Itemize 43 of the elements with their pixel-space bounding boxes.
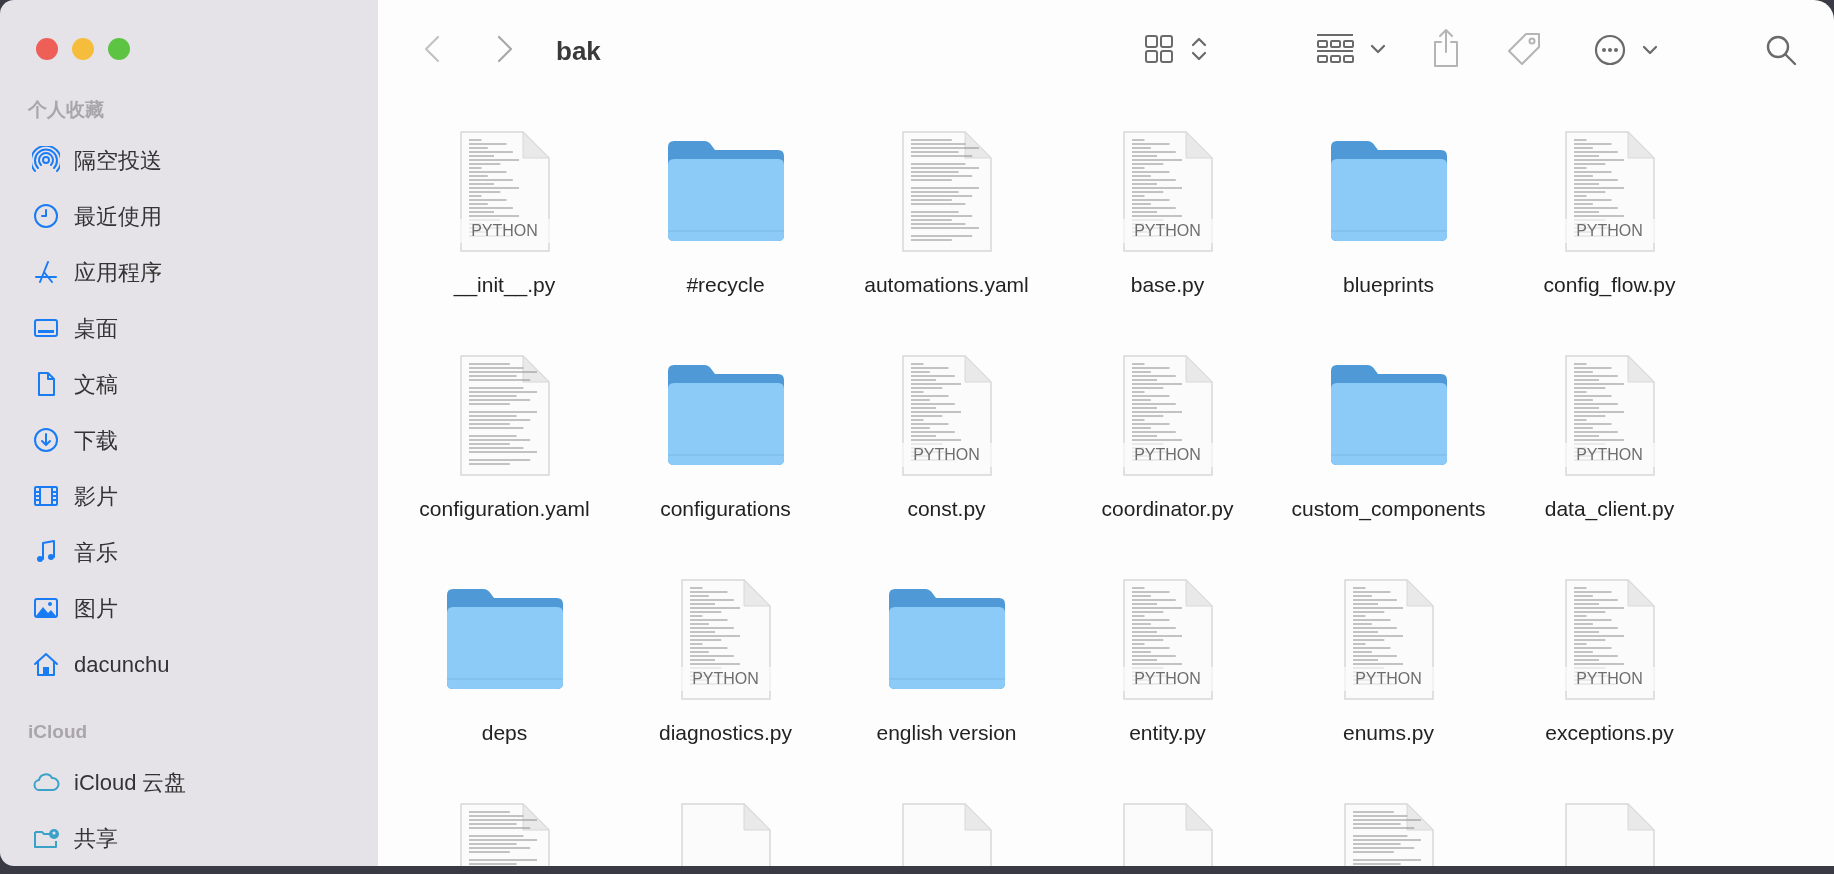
file-name: exceptions.py: [1544, 720, 1675, 746]
sidebar-item[interactable]: 桌面: [0, 300, 378, 356]
python-file-icon[interactable]: PYTHON: [1563, 577, 1656, 701]
window-title: bak: [556, 35, 601, 68]
file-name: #recycle: [685, 272, 766, 298]
file-name: const.py: [906, 496, 987, 522]
file-name: __init__.py: [452, 272, 557, 299]
sidebar-item[interactable]: 隔空投送: [0, 132, 378, 188]
file-name: blueprints: [1341, 272, 1436, 298]
file-name: custom_components: [1290, 496, 1487, 523]
section-header: iCloud: [27, 719, 89, 744]
sidebar-item[interactable]: 应用程序: [0, 244, 378, 300]
file-name: english version: [875, 720, 1018, 746]
sidebar-item[interactable]: 下载: [0, 412, 378, 468]
python-file-icon[interactable]: PYTHON: [1121, 129, 1214, 253]
file-name: automations.yaml: [863, 272, 1030, 298]
python-file-icon[interactable]: PYTHON: [1121, 353, 1214, 477]
python-file-icon[interactable]: PYTHON: [1563, 353, 1656, 477]
sidebar-item[interactable]: 共享: [0, 810, 378, 866]
file-name: configurations: [659, 496, 792, 522]
python-file-icon[interactable]: PYTHON: [1121, 577, 1214, 701]
sidebar-item[interactable]: iCloud 云盘: [0, 754, 378, 810]
file-name: base.py: [1129, 272, 1206, 298]
python-file-icon[interactable]: PYTHON: [1342, 577, 1435, 701]
section-header: 个人收藏: [27, 97, 105, 122]
file-name: data_client.py: [1543, 496, 1676, 523]
python-file-icon[interactable]: PYTHON: [900, 353, 993, 477]
sidebar-item[interactable]: 图片: [0, 580, 378, 636]
sidebar-item[interactable]: 最近使用: [0, 188, 378, 244]
sidebar-item[interactable]: 影片: [0, 468, 378, 524]
sidebar-item[interactable]: dacunchu: [0, 636, 378, 692]
file-name: entity.py: [1128, 720, 1207, 746]
file-name: diagnostics.py: [657, 720, 794, 746]
file-name: enums.py: [1341, 720, 1435, 746]
file-name: deps: [480, 720, 529, 746]
sidebar-item[interactable]: 音乐: [0, 524, 378, 580]
file-name: configuration.yaml: [418, 496, 591, 522]
python-file-icon[interactable]: PYTHON: [1563, 129, 1656, 253]
file-name: config_flow.py: [1542, 272, 1677, 299]
python-file-icon[interactable]: PYTHON: [458, 129, 551, 253]
sidebar-item[interactable]: 文稿: [0, 356, 378, 412]
python-file-icon[interactable]: PYTHON: [679, 577, 772, 701]
file-name: coordinator.py: [1100, 496, 1235, 522]
